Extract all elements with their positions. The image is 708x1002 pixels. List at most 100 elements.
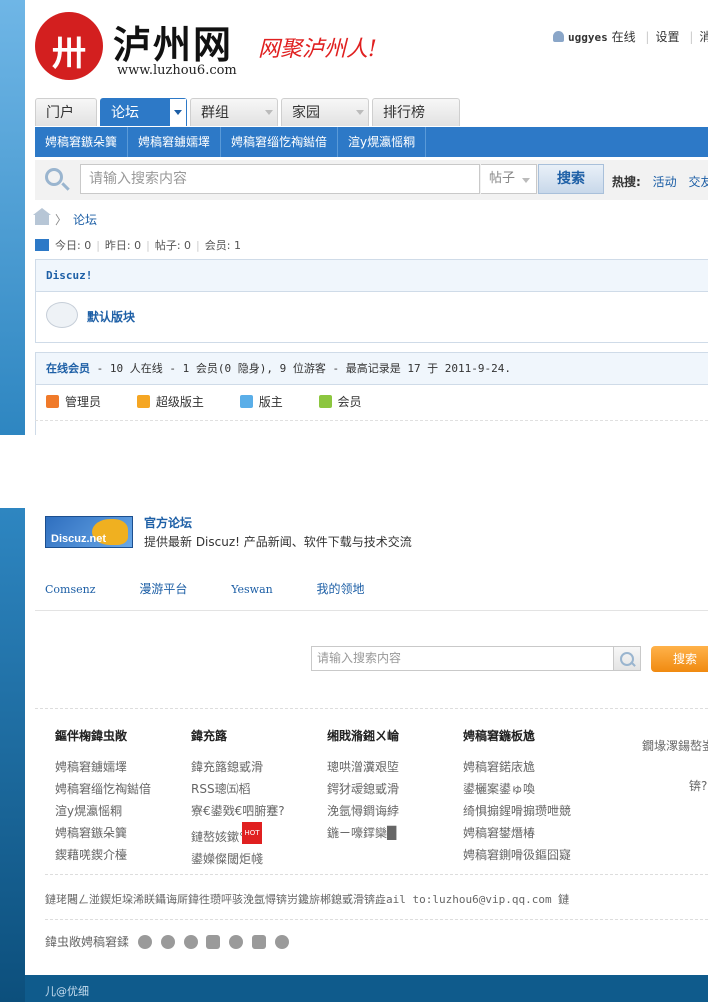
weibo-icon[interactable] xyxy=(137,935,152,949)
page-background-bottom xyxy=(0,508,25,1002)
tab-portal[interactable]: 门户 xyxy=(35,98,97,126)
chart-icon xyxy=(35,239,49,251)
user-bar: uggyes 在线 | 设置 | 消 xyxy=(553,28,708,45)
slogan: 网聚泸州人! xyxy=(258,37,377,62)
partner-link[interactable]: Yeswan xyxy=(231,583,273,596)
search-type-select[interactable]: 帖子 xyxy=(481,164,537,194)
legend-item: 管理员 xyxy=(46,393,101,410)
footer-link[interactable]: 鍙欐案鍙ゅ喚 xyxy=(463,778,571,800)
tencent-icon[interactable] xyxy=(251,935,266,949)
search-icon[interactable] xyxy=(613,646,641,671)
footer-column-title: 缃戝潃鎺ㄨ崘 xyxy=(327,729,400,743)
footer-link[interactable]: 鏈嶅姟鏉℃HOT xyxy=(191,822,285,848)
footer-column-title: 鏂伴椈鍏虫敞 xyxy=(55,729,128,743)
hot-search-link[interactable]: 交友 xyxy=(688,175,708,189)
logo-mark[interactable]: 卅 xyxy=(35,12,103,80)
subnav-item[interactable]: 娉稿窘鐪嬬墿 xyxy=(128,127,222,157)
partner-link[interactable]: 漫游平台 xyxy=(139,582,187,596)
tab-home[interactable]: 家园 xyxy=(281,98,369,126)
divider: | xyxy=(146,239,150,252)
douban-icon[interactable] xyxy=(206,935,221,949)
footer-link[interactable]: 浼氬憳鐧诲綍 xyxy=(327,800,399,822)
footer-side-title[interactable]: 鐗堟潈鍚嶅崟 h 闀 xyxy=(642,737,708,754)
subnav-item[interactable]: 娉稿窘鏃朵簨 xyxy=(35,127,129,157)
bottom-search-button[interactable]: 搜索 xyxy=(651,646,708,672)
renren-icon[interactable] xyxy=(183,935,198,949)
admin-icon xyxy=(46,395,59,408)
subnav-item[interactable]: 娉稿窘缁忔祹鐑偣 xyxy=(221,127,339,157)
partner-link[interactable]: Comsenz xyxy=(45,583,96,596)
category-title[interactable]: Discuz! xyxy=(46,269,92,282)
footer-link[interactable]: 绮惧搧鍟嗗搧瓒呭競 xyxy=(463,800,571,822)
forum-name-link[interactable]: 默认版块 xyxy=(87,308,135,325)
logo-text[interactable]: 泸州网 xyxy=(113,14,233,69)
page-gap xyxy=(0,435,708,508)
footer-link[interactable]: RSS璁㈤槄 xyxy=(191,778,285,800)
search-button[interactable]: 搜索 xyxy=(538,164,604,194)
footer-link[interactable]: 璁哄潧瀵艰埅 xyxy=(327,756,399,778)
tab-forum[interactable]: 论坛 xyxy=(100,98,187,126)
settings-link[interactable]: 设置 xyxy=(655,30,679,44)
search-input[interactable]: 请输入搜索内容 xyxy=(80,164,480,194)
kaixin-icon[interactable] xyxy=(229,935,244,949)
footer-link[interactable]: 娉稿窘缁忔祹鐑偣 xyxy=(55,778,151,800)
discuz-logo[interactable]: Discuz.net xyxy=(45,516,133,548)
footer-column-title: 鍏充簬 xyxy=(191,729,228,743)
footer-link[interactable]: 娉稿窘鐢熸椿 xyxy=(463,822,571,844)
home-icon[interactable] xyxy=(33,208,51,225)
bottom-search-input[interactable]: 请输入搜索内容 xyxy=(311,646,614,671)
member-legend: 管理员 超级版主 版主 会员 xyxy=(46,393,394,410)
online-summary: - 10 人在线 - 1 会员(0 隐身), 9 位游客 - 最高记录是 17 … xyxy=(90,362,512,375)
sub-navigation: 娉稿窘鏃朵簨 娉稿窘鐪嬬墿 娉稿窘缁忔祹鐑偣 渲у熀瀛愮粡 xyxy=(35,127,708,157)
logo-mark-text: 卅 xyxy=(52,34,86,74)
forum-row: 默认版块 xyxy=(36,292,708,340)
hot-search-link[interactable]: 活动 xyxy=(653,175,677,189)
subnav-item[interactable]: 渲у熀瀛愮粡 xyxy=(338,127,427,157)
chevron-down-icon[interactable] xyxy=(261,99,277,126)
footer-link[interactable]: 娉稿窘鍘嗗彶鏂囧寲 xyxy=(463,844,571,866)
divider: | xyxy=(645,30,650,44)
footer-link[interactable]: 鍙嬫儏閾炬帴 xyxy=(191,848,285,870)
tab-label: 家园 xyxy=(292,105,320,121)
footer-info: 鏈珯闀ㄥ湴鍥炬垜浠眹鑷诲厛鍏徃瓒呯骇浼氬憳锛岃鑱旂郴鎴戜滑锛歮ail to:lu… xyxy=(45,893,570,906)
member-icon xyxy=(318,395,332,408)
discuz-logo-text: Discuz.net xyxy=(51,533,107,545)
divider xyxy=(35,420,708,421)
tab-label: 群组 xyxy=(201,105,229,121)
divider: | xyxy=(196,239,200,252)
breadcrumb-separator: 〉 xyxy=(55,213,68,227)
footer-link[interactable]: 鍥藉唴鍥介檯 xyxy=(55,844,151,866)
legend-item: 版主 xyxy=(239,393,283,410)
chevron-down-icon[interactable] xyxy=(352,99,368,126)
partner-link[interactable]: 我的领地 xyxy=(317,582,365,596)
breadcrumb-current[interactable]: 论坛 xyxy=(73,213,97,227)
footer-link[interactable]: 娉稿窘鍩庡尯 xyxy=(463,756,571,778)
user-icon xyxy=(553,31,564,42)
stat-posts: 帖子: 0 xyxy=(154,239,192,252)
tab-label: 门户 xyxy=(46,105,74,121)
footer: 鏂伴椈鍏虫敞 娉稿窘鐪嬬墿 娉稿窘缁忔祹鐑偣 渲у熀瀛愮粡 娉稿窘鏃朵簨 鍥藉唴… xyxy=(35,708,708,976)
footer-link[interactable]: 娉稿窘鐪嬬墿 xyxy=(55,756,151,778)
footer-link[interactable]: 娉稿窘鏃朵簨 xyxy=(55,822,151,844)
tab-ranking[interactable]: 排行榜 xyxy=(372,98,460,126)
footer-link[interactable]: 寮€鍙戣€呬腑蹇? xyxy=(191,800,285,822)
online-title-link[interactable]: 在线会员 xyxy=(46,362,90,375)
forum-bubble-icon xyxy=(46,302,78,328)
username-link[interactable]: uggyes xyxy=(568,31,608,44)
qq-icon[interactable] xyxy=(160,935,175,949)
hot-badge: HOT xyxy=(242,822,262,844)
tab-groups[interactable]: 群组 xyxy=(190,98,278,126)
footer-link[interactable]: 鍔犲叆鎴戜滑 xyxy=(327,778,399,800)
messages-link[interactable]: 消 xyxy=(699,30,708,44)
footer-link[interactable]: 鍦ㄧ嚎鐣欒█ xyxy=(327,822,399,844)
chevron-down-icon[interactable] xyxy=(169,99,186,126)
footer-link[interactable]: 鍏充簬鎴戜滑 xyxy=(191,756,285,778)
super-moderator-icon xyxy=(136,395,150,408)
official-forum-link[interactable]: 官方论坛 xyxy=(144,514,192,531)
open-icon[interactable] xyxy=(274,935,289,949)
share-label: 鍏虫敞娉稿窘鍒 xyxy=(45,935,130,949)
footer-bottom-text: 儿@优细 xyxy=(45,985,89,998)
category-header: Discuz! xyxy=(36,260,708,292)
forum-stats: 今日: 0 | 昨日: 0 | 帖子: 0 | 会员: 1 xyxy=(35,237,241,253)
footer-link[interactable]: 渲у熀瀛愮粡 xyxy=(55,800,151,822)
